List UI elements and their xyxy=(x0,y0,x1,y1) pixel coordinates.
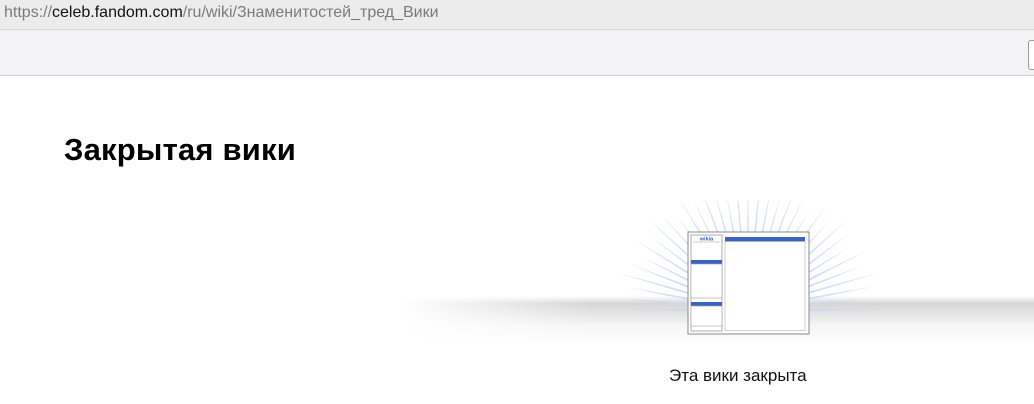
wikia-logo-text: wikia xyxy=(699,237,714,243)
sidebar-bar-2 xyxy=(691,302,722,306)
browser-toolbar xyxy=(0,30,1034,76)
closed-caption: Эта вики закрыта xyxy=(669,366,807,385)
url-scheme: https:// xyxy=(4,4,53,21)
address-bar[interactable]: https://celeb.fandom.com/ru/wiki/Знамени… xyxy=(0,0,1034,30)
toolbar-button-edge[interactable] xyxy=(1028,40,1034,70)
url-host: celeb.fandom.com xyxy=(52,4,183,21)
url-text[interactable]: https://celeb.fandom.com/ru/wiki/Знамени… xyxy=(4,4,439,22)
page-title: Закрытая вики xyxy=(64,132,296,167)
url-path: /ru/wiki/Знаменитостей_тред_Вики xyxy=(182,4,439,21)
sidebar-bar-1 xyxy=(691,260,722,264)
closed-wiki-illustration: wikia xyxy=(616,200,882,335)
wiki-page-icon: wikia xyxy=(687,231,810,335)
content-bar xyxy=(725,237,805,242)
